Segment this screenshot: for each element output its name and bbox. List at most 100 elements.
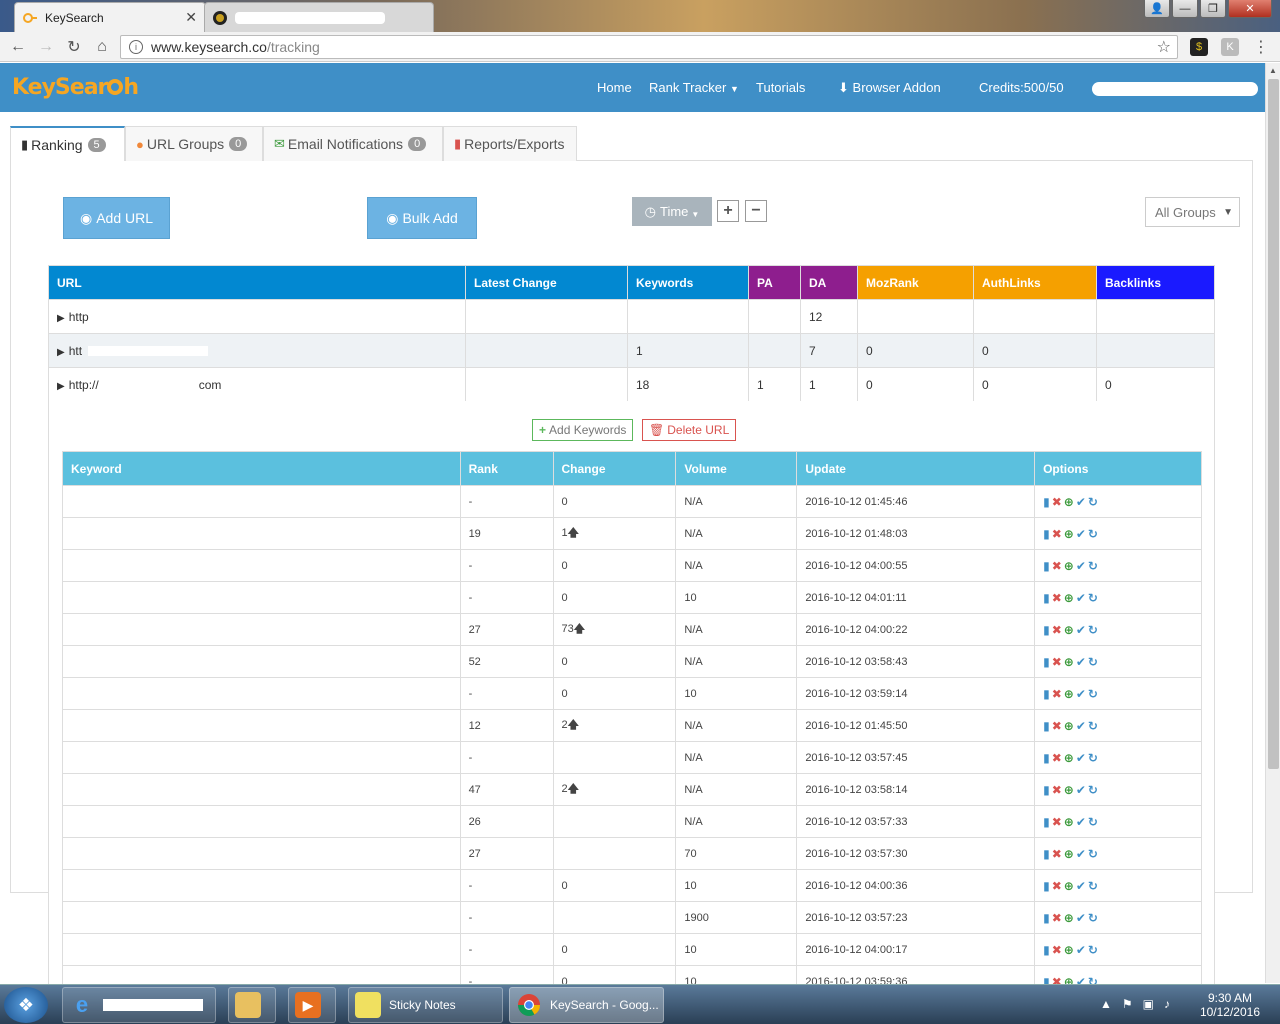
chart-icon[interactable]: ▮ (1043, 879, 1050, 893)
refresh-icon[interactable]: ↻ (1088, 879, 1098, 893)
table-row[interactable]: 52 0 N/A 2016-10-12 03:58:43 ▮ ✖ ⊕ ✔ ↻ (62, 645, 1202, 678)
check-icon[interactable]: ✔ (1076, 719, 1086, 733)
windows-start-icon[interactable]: ❖ (4, 987, 48, 1023)
check-icon[interactable]: ✔ (1076, 847, 1086, 861)
forward-arrow-icon[interactable]: → (32, 38, 60, 56)
group-select[interactable]: All Groups ▼ (1145, 197, 1240, 227)
tab-url-groups[interactable]: ● URL Groups 0 (125, 126, 263, 161)
table-row[interactable]: 19 1🡅 N/A 2016-10-12 01:48:03 ▮ ✖ ⊕ ✔ ↻ (62, 517, 1202, 550)
check-icon[interactable]: ✔ (1076, 943, 1086, 957)
chart-icon[interactable]: ▮ (1043, 495, 1050, 509)
browser-tab-keysearch[interactable]: KeySearch ✕ (14, 2, 206, 32)
chart-icon[interactable]: ▮ (1043, 815, 1050, 829)
refresh-icon[interactable]: ↻ (1088, 623, 1098, 637)
table-row[interactable]: -0 10 2016-10-12 03:59:14 ▮ ✖ ⊕ ✔ ↻ (62, 677, 1202, 710)
expand-all-button[interactable]: + (717, 200, 739, 222)
nav-browser-addon[interactable]: ⬇ Browser Addon (838, 80, 941, 96)
table-row[interactable]: ▶ http 12 (48, 299, 1215, 334)
add-icon[interactable]: ⊕ (1064, 911, 1074, 925)
delete-icon[interactable]: ✖ (1052, 847, 1062, 861)
chart-icon[interactable]: ▮ (1043, 559, 1050, 573)
delete-icon[interactable]: ✖ (1052, 879, 1062, 893)
table-row[interactable]: 12 2🡅 N/A 2016-10-12 01:45:50 ▮ ✖ ⊕ ✔ ↻ (62, 709, 1202, 742)
check-icon[interactable]: ✔ (1076, 591, 1086, 605)
extension-coin-icon[interactable]: $ (1190, 38, 1208, 56)
delete-icon[interactable]: ✖ (1052, 623, 1062, 637)
check-icon[interactable]: ✔ (1076, 751, 1086, 765)
check-icon[interactable]: ✔ (1076, 687, 1086, 701)
add-icon[interactable]: ⊕ (1064, 527, 1074, 541)
caret-right-icon[interactable]: ▶ (57, 347, 65, 358)
add-icon[interactable]: ⊕ (1064, 815, 1074, 829)
tab-email-notifications[interactable]: ✉ Email Notifications 0 (263, 126, 443, 161)
volume-icon[interactable]: ♪ (1164, 997, 1170, 1011)
tab-reports-exports[interactable]: ▮ Reports/Exports (443, 126, 577, 161)
check-icon[interactable]: ✔ (1076, 559, 1086, 573)
add-icon[interactable]: ⊕ (1064, 783, 1074, 797)
refresh-icon[interactable]: ↻ (1088, 783, 1098, 797)
chrome-menu-icon[interactable]: ⋮ (1252, 38, 1270, 56)
chart-icon[interactable]: ▮ (1043, 623, 1050, 637)
extension-k-icon[interactable]: K (1221, 38, 1239, 56)
time-dropdown-button[interactable]: ◷ Time ▼ (632, 197, 712, 226)
taskbar-explorer[interactable] (228, 987, 276, 1023)
network-icon[interactable]: ▣ (1143, 997, 1154, 1011)
check-icon[interactable]: ✔ (1076, 815, 1086, 829)
add-icon[interactable]: ⊕ (1064, 495, 1074, 509)
refresh-icon[interactable]: ↻ (1088, 751, 1098, 765)
add-icon[interactable]: ⊕ (1064, 879, 1074, 893)
add-icon[interactable]: ⊕ (1064, 847, 1074, 861)
refresh-icon[interactable]: ↻ (1088, 655, 1098, 669)
caret-right-icon[interactable]: ▶ (57, 313, 65, 324)
minimize-icon[interactable]: — (1172, 0, 1198, 18)
bulk-add-button[interactable]: ◉ Bulk Add (367, 197, 477, 239)
keysearch-logo[interactable]: KeySear h (12, 75, 139, 100)
delete-icon[interactable]: ✖ (1052, 495, 1062, 509)
delete-icon[interactable]: ✖ (1052, 655, 1062, 669)
table-row[interactable]: -0 N/A 2016-10-12 01:45:46 ▮ ✖ ⊕ ✔ ↻ (62, 485, 1202, 518)
refresh-icon[interactable]: ↻ (1088, 559, 1098, 573)
add-icon[interactable]: ⊕ (1064, 719, 1074, 733)
delete-icon[interactable]: ✖ (1052, 911, 1062, 925)
table-row[interactable]: 27 70 2016-10-12 03:57:30 ▮ ✖ ⊕ ✔ ↻ (62, 837, 1202, 870)
delete-icon[interactable]: ✖ (1052, 719, 1062, 733)
add-icon[interactable]: ⊕ (1064, 943, 1074, 957)
delete-icon[interactable]: ✖ (1052, 815, 1062, 829)
taskbar-chrome[interactable]: KeySearch - Goog... (509, 987, 664, 1023)
chart-icon[interactable]: ▮ (1043, 527, 1050, 541)
add-icon[interactable]: ⊕ (1064, 687, 1074, 701)
table-row[interactable]: ▶ http://com 18 1 1 0 0 0 (48, 367, 1215, 402)
refresh-icon[interactable]: ↻ (1088, 719, 1098, 733)
check-icon[interactable]: ✔ (1076, 911, 1086, 925)
delete-icon[interactable]: ✖ (1052, 943, 1062, 957)
chart-icon[interactable]: ▮ (1043, 783, 1050, 797)
page-scrollbar[interactable]: ▲ (1265, 63, 1280, 983)
refresh-icon[interactable]: ↻ (1088, 847, 1098, 861)
tray-expand-icon[interactable]: ▲ (1100, 997, 1112, 1011)
caret-right-icon[interactable]: ▶ (57, 381, 65, 392)
delete-icon[interactable]: ✖ (1052, 559, 1062, 573)
table-row[interactable]: -0 10 2016-10-12 04:00:36 ▮ ✖ ⊕ ✔ ↻ (62, 869, 1202, 902)
add-icon[interactable]: ⊕ (1064, 623, 1074, 637)
delete-url-button[interactable]: 🗑 Delete URL (642, 419, 737, 441)
table-row[interactable]: ▶ htt 1 7 0 0 (48, 333, 1215, 368)
table-row[interactable]: -1900 2016-10-12 03:57:23 ▮ ✖ ⊕ ✔ ↻ (62, 901, 1202, 934)
refresh-icon[interactable]: ↻ (1088, 815, 1098, 829)
table-row[interactable]: -0 10 2016-10-12 04:01:11 ▮ ✖ ⊕ ✔ ↻ (62, 581, 1202, 614)
table-row[interactable]: 27 73🡅 N/A 2016-10-12 04:00:22 ▮ ✖ ⊕ ✔ ↻ (62, 613, 1202, 646)
taskbar-ie[interactable]: e (62, 987, 216, 1023)
flag-icon[interactable]: ⚑ (1122, 997, 1133, 1011)
table-row[interactable]: -0 N/A 2016-10-12 04:00:55 ▮ ✖ ⊕ ✔ ↻ (62, 549, 1202, 582)
table-row[interactable]: 26 N/A 2016-10-12 03:57:33 ▮ ✖ ⊕ ✔ ↻ (62, 805, 1202, 838)
system-clock[interactable]: 9:30 AM 10/12/2016 (1200, 991, 1260, 1019)
chart-icon[interactable]: ▮ (1043, 751, 1050, 765)
check-icon[interactable]: ✔ (1076, 879, 1086, 893)
add-icon[interactable]: ⊕ (1064, 751, 1074, 765)
scrollbar-thumb[interactable] (1268, 79, 1279, 769)
add-icon[interactable]: ⊕ (1064, 559, 1074, 573)
close-tab-icon[interactable]: ✕ (185, 9, 197, 26)
delete-icon[interactable]: ✖ (1052, 687, 1062, 701)
refresh-icon[interactable]: ↻ (1088, 527, 1098, 541)
url-cell[interactable]: ▶ htt (48, 333, 466, 368)
chart-icon[interactable]: ▮ (1043, 687, 1050, 701)
